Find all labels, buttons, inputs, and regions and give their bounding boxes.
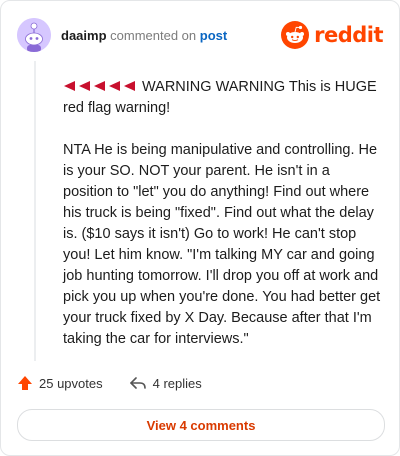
replies-group[interactable]: 4 replies (129, 375, 202, 391)
username-link[interactable]: daaimp (61, 28, 107, 43)
reddit-logo[interactable]: reddit (281, 21, 383, 49)
red-flag-icon (109, 81, 120, 91)
comment-meta: daaimp commented on post (61, 28, 227, 43)
post-link[interactable]: post (200, 28, 227, 43)
thread-line[interactable] (34, 61, 36, 361)
user-avatar[interactable] (17, 18, 51, 52)
red-flag-icon (64, 81, 75, 91)
reply-arrow-icon[interactable] (129, 375, 147, 391)
reply-count: 4 replies (152, 375, 202, 391)
upvote-group[interactable]: 25 upvotes (17, 375, 103, 391)
upvote-arrow-icon[interactable] (17, 375, 33, 391)
comment-action-text: commented on (110, 27, 197, 43)
red-flag-icon (124, 81, 135, 91)
snoo-avatar-icon (17, 18, 51, 52)
red-flag-icon (79, 81, 90, 91)
comment-paragraph-1: WARNING WARNING This is HUGE red flag wa… (63, 77, 383, 119)
reddit-snoo-icon (281, 21, 310, 49)
view-comments-button[interactable]: View 4 comments (17, 409, 385, 441)
red-flag-icon (94, 81, 105, 91)
comment-footer: 25 upvotes 4 replies (17, 373, 202, 393)
reddit-wordmark: reddit (314, 23, 383, 47)
comment-card: daaimp commented on post reddit WARNING … (0, 0, 400, 456)
red-flags (63, 80, 136, 92)
comment-header: daaimp commented on post reddit (17, 17, 383, 53)
comment-paragraph-2: NTA He is being manipulative and control… (63, 142, 381, 347)
upvote-count: 25 upvotes (39, 375, 103, 391)
comment-body: WARNING WARNING This is HUGE red flag wa… (63, 77, 383, 371)
